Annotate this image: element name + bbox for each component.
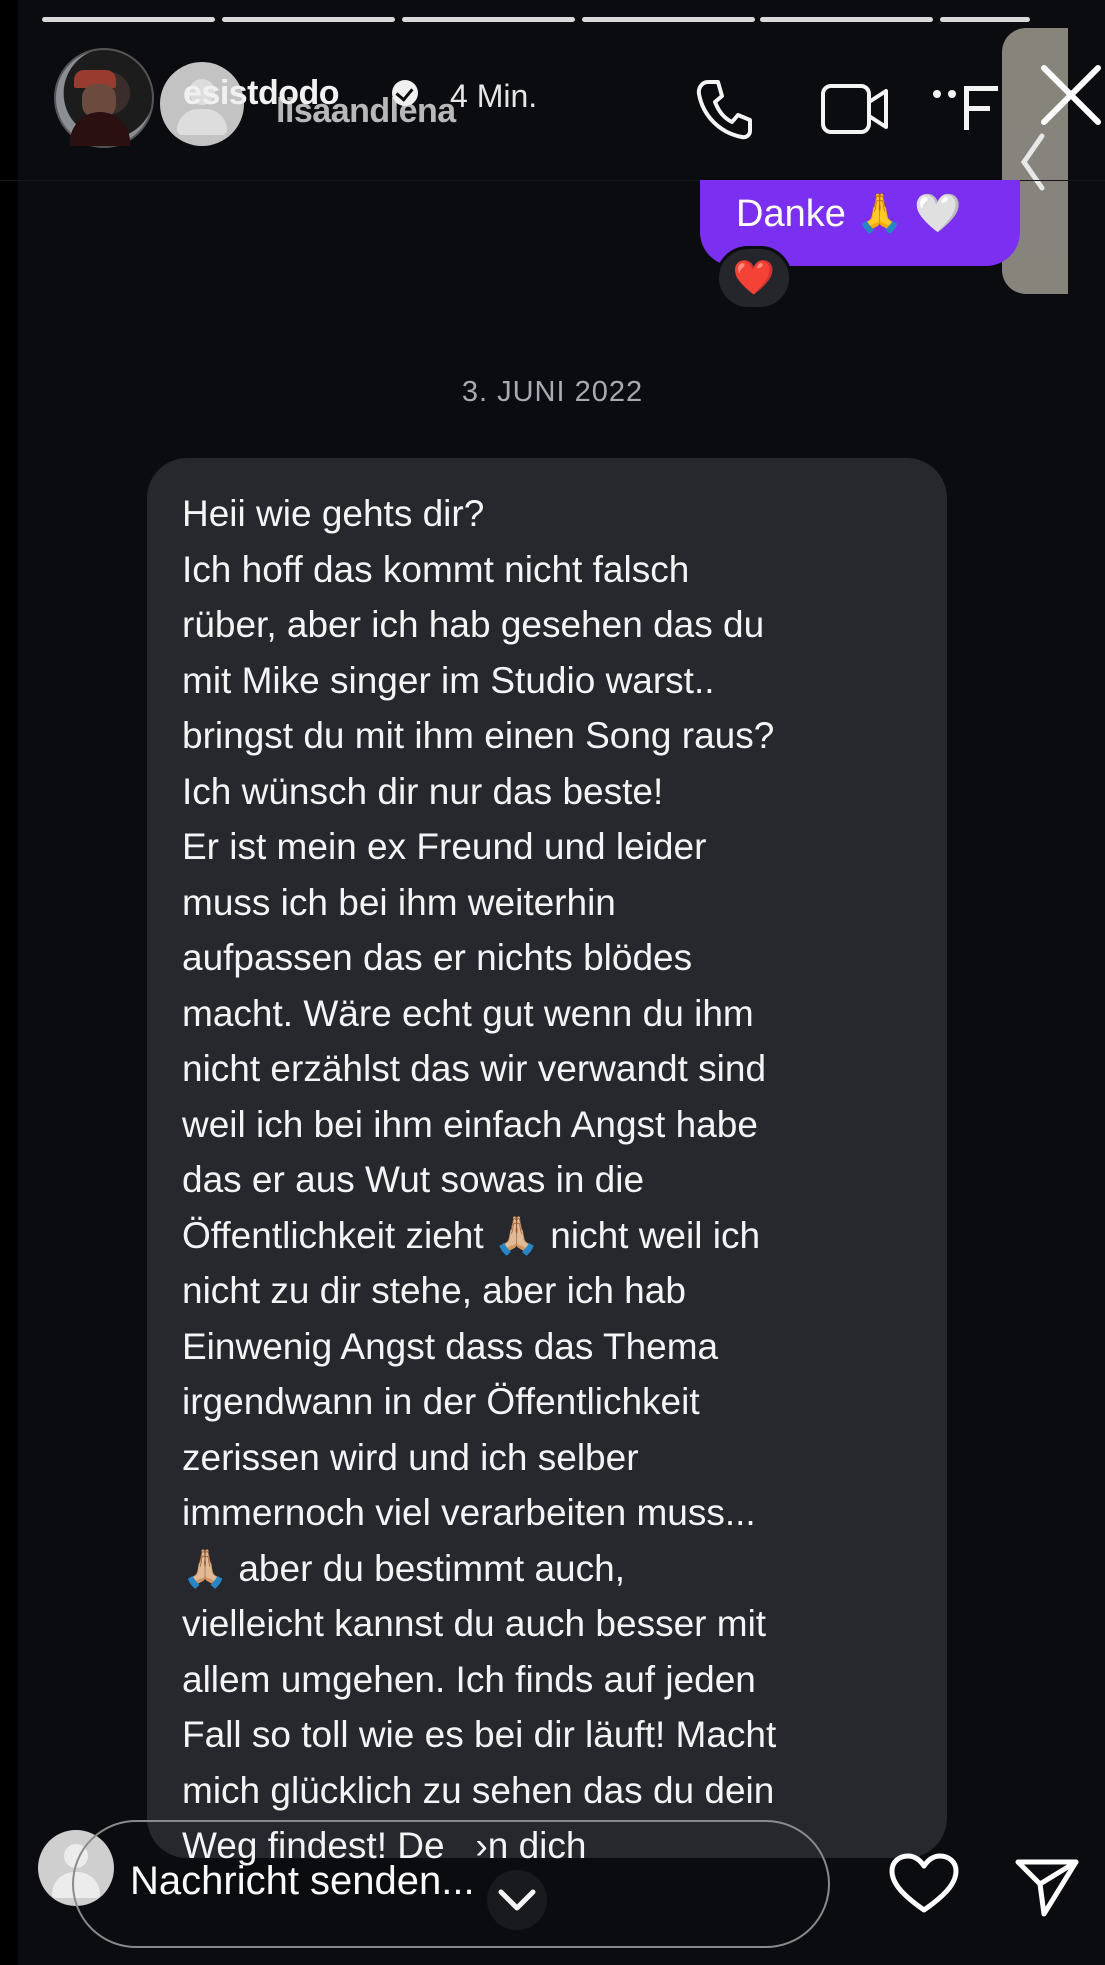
received-message-text: Heii wie gehts dir? Ich hoff das kommt n… <box>182 493 777 1866</box>
sent-message-text: Danke 🙏 🤍 <box>736 193 962 235</box>
story-avatar[interactable] <box>54 48 154 148</box>
chevron-down-icon[interactable] <box>477 1870 557 1935</box>
story-progress-bar <box>42 17 1105 23</box>
verified-badge-icon <box>392 80 418 106</box>
video-camera-icon[interactable] <box>820 82 890 141</box>
phone-icon[interactable] <box>694 76 754 145</box>
story-username[interactable]: esistdodo <box>183 74 340 113</box>
progress-segment <box>940 17 1030 22</box>
date-separator: 3. JUNI 2022 <box>461 376 644 408</box>
progress-segment <box>402 17 575 22</box>
heart-reaction-icon: ❤️ <box>732 259 776 297</box>
message-reaction[interactable]: ❤️ <box>716 246 792 310</box>
progress-segment <box>222 17 395 22</box>
progress-segment <box>42 17 215 22</box>
progress-segment <box>582 17 755 22</box>
chevron-left-icon <box>1020 133 1045 191</box>
left-edge <box>0 0 18 1965</box>
story-time-ago: 4 Min. <box>450 78 538 114</box>
progress-segment <box>760 17 933 22</box>
send-icon[interactable] <box>1014 1856 1080 1923</box>
close-icon[interactable] <box>1040 64 1102 131</box>
message-input[interactable]: Nachricht senden... <box>130 1859 475 1904</box>
more-icon[interactable] <box>930 76 1010 141</box>
heart-icon[interactable] <box>888 1852 960 1921</box>
